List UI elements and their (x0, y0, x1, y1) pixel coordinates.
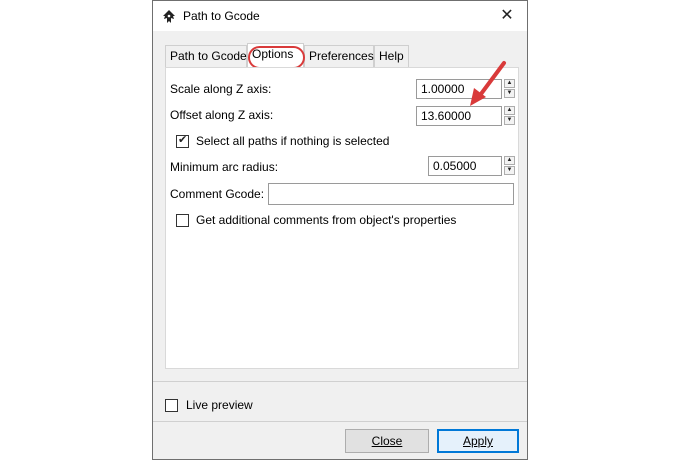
live-preview-label: Live preview (186, 398, 253, 412)
spin-up-icon[interactable]: ▲ (504, 106, 515, 115)
select-all-label: Select all paths if nothing is selected (196, 134, 390, 148)
spin-down-icon[interactable]: ▼ (504, 166, 515, 175)
inkscape-icon (163, 10, 175, 23)
spin-down-icon[interactable]: ▼ (504, 116, 515, 125)
checkmark-icon: ✔ (178, 134, 188, 146)
spin-up-icon[interactable]: ▲ (504, 156, 515, 165)
spin-down-icon[interactable]: ▼ (504, 89, 515, 98)
offset-z-spinner[interactable]: ▲ ▼ (504, 106, 516, 126)
close-window-button[interactable]: ✕ (495, 5, 519, 27)
comment-gcode-field[interactable] (268, 183, 514, 205)
additional-comments-checkbox[interactable] (176, 214, 189, 227)
options-panel: Scale along Z axis: 1.00000 ▲ ▼ Offset a… (165, 67, 519, 369)
title-bar: Path to Gcode ✕ (153, 1, 527, 31)
offset-z-label: Offset along Z axis: (170, 108, 274, 122)
apply-button[interactable]: Apply (437, 429, 519, 453)
scale-z-label: Scale along Z axis: (170, 82, 272, 96)
min-arc-input[interactable]: 0.05000 (428, 156, 502, 176)
min-arc-spinner[interactable]: ▲ ▼ (504, 156, 516, 176)
close-button-label: Close (371, 434, 403, 448)
spin-up-icon[interactable]: ▲ (504, 79, 515, 88)
comment-gcode-label: Comment Gcode: (170, 187, 265, 201)
additional-comments-label: Get additional comments from object's pr… (196, 213, 457, 227)
offset-z-input[interactable]: 13.60000 (416, 106, 502, 126)
scale-z-input[interactable]: 1.00000 (416, 79, 502, 99)
select-all-checkbox[interactable]: ✔ (176, 134, 189, 148)
tab-options[interactable]: Options (247, 43, 304, 67)
tab-preferences[interactable]: Preferences (304, 45, 374, 67)
live-preview-checkbox[interactable] (165, 399, 178, 412)
apply-button-label: Apply (462, 434, 494, 448)
min-arc-label: Minimum arc radius: (170, 160, 279, 174)
tab-help[interactable]: Help (374, 45, 409, 67)
dialog-window: Path to Gcode ✕ Path to Gcode Options Pr… (152, 0, 528, 460)
window-title: Path to Gcode (183, 9, 260, 23)
scale-z-spinner[interactable]: ▲ ▼ (504, 79, 516, 99)
close-button[interactable]: Close (345, 429, 429, 453)
tab-path-to-gcode[interactable]: Path to Gcode (165, 45, 247, 67)
divider (153, 381, 527, 382)
divider (153, 421, 527, 422)
